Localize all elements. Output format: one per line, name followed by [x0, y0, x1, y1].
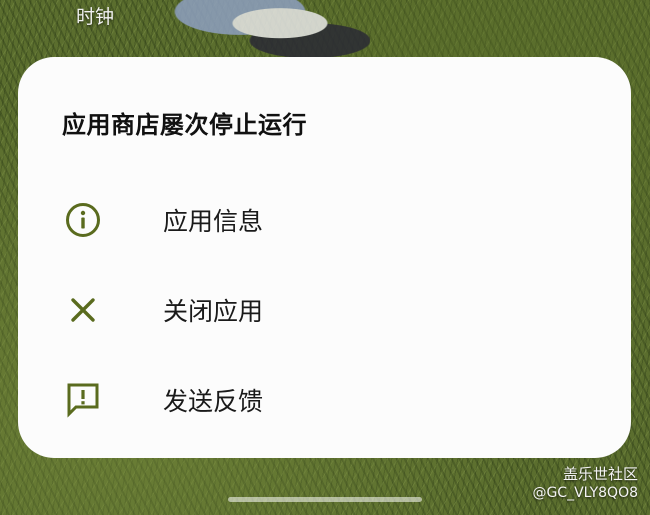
app-info-label: 应用信息 — [163, 207, 264, 236]
close-icon — [63, 290, 103, 330]
wallpaper-photo — [170, 0, 370, 58]
watermark-community: 盖乐世社区 — [562, 465, 638, 483]
dialog-title: 应用商店屡次停止运行 — [62, 111, 307, 139]
info-icon — [63, 200, 103, 240]
send-feedback-option[interactable]: 发送反馈 — [18, 358, 631, 442]
send-feedback-label: 发送反馈 — [163, 387, 264, 416]
close-app-option[interactable]: 关闭应用 — [18, 268, 631, 352]
background-app-label: 时钟 — [76, 6, 115, 28]
app-info-option[interactable]: 应用信息 — [18, 178, 631, 262]
watermark-user-id: @GC_VLY8QO8 — [532, 485, 638, 501]
feedback-icon — [63, 380, 103, 420]
close-app-label: 关闭应用 — [163, 297, 264, 326]
app-crash-dialog: 应用商店屡次停止运行 应用信息 关闭应用 发送反馈 — [18, 57, 631, 458]
gesture-home-bar[interactable] — [228, 497, 422, 502]
